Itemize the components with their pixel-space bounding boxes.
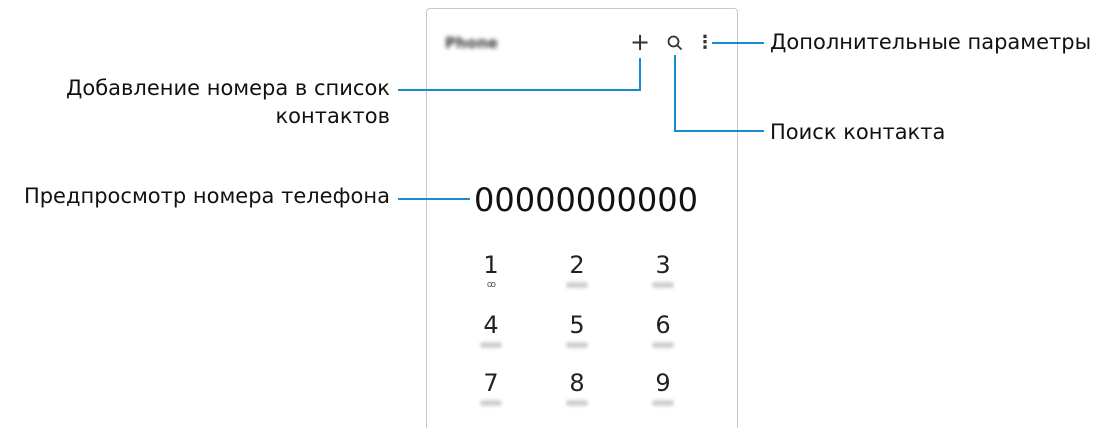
phone-number-preview[interactable]: 00000000000 xyxy=(474,178,698,222)
search-button[interactable] xyxy=(666,34,684,52)
key-letters xyxy=(652,400,674,406)
key-digit: 5 xyxy=(569,311,585,339)
key-4[interactable]: 4 xyxy=(471,310,511,360)
app-title: Phone xyxy=(445,34,498,52)
key-3[interactable]: 3 xyxy=(643,250,683,300)
key-digit: 1 xyxy=(483,251,499,279)
key-digit: 9 xyxy=(655,369,671,397)
callout-add-contact-line2: контактов xyxy=(275,104,390,128)
key-digit: 3 xyxy=(655,251,671,279)
key-9[interactable]: 9 xyxy=(643,368,683,418)
key-digit: 4 xyxy=(483,311,499,339)
key-8[interactable]: 8 xyxy=(557,368,597,418)
leader-line-search-horizontal xyxy=(674,130,764,132)
key-6[interactable]: 6 xyxy=(643,310,683,360)
key-1[interactable]: 1 ꝏ xyxy=(471,250,511,300)
search-icon xyxy=(667,35,682,50)
leader-line-more-options xyxy=(712,42,764,44)
key-letters xyxy=(480,400,502,406)
callout-add-contact-line1: Добавление номера в список xyxy=(65,76,390,100)
key-letters xyxy=(652,282,674,288)
plus-icon: + xyxy=(629,28,651,56)
callout-add-contact: Добавление номера в список контактов xyxy=(52,74,390,130)
key-letters xyxy=(566,282,588,288)
callout-number-preview: Предпросмотр номера телефона xyxy=(23,184,390,208)
leader-line-add-horizontal xyxy=(398,89,641,91)
leader-line-search-vertical xyxy=(674,55,676,132)
key-letters xyxy=(652,342,674,348)
key-digit: 7 xyxy=(483,369,499,397)
add-contact-button[interactable]: + xyxy=(627,29,653,55)
key-2[interactable]: 2 xyxy=(557,250,597,300)
callout-search-contact: Поиск контакта xyxy=(770,120,946,144)
key-7[interactable]: 7 xyxy=(471,368,511,418)
leader-line-number-preview xyxy=(398,198,470,200)
key-letters xyxy=(566,400,588,406)
more-options-button[interactable]: ⋮ xyxy=(696,33,714,53)
key-digit: 6 xyxy=(655,311,671,339)
key-letters xyxy=(480,342,502,348)
key-5[interactable]: 5 xyxy=(557,310,597,360)
callout-more-options: Дополнительные параметры xyxy=(770,30,1092,54)
key-digit: 2 xyxy=(569,251,585,279)
voicemail-icon: ꝏ xyxy=(486,280,496,290)
key-digit: 8 xyxy=(569,369,585,397)
leader-line-add-vertical xyxy=(639,58,641,91)
key-letters xyxy=(566,342,588,348)
